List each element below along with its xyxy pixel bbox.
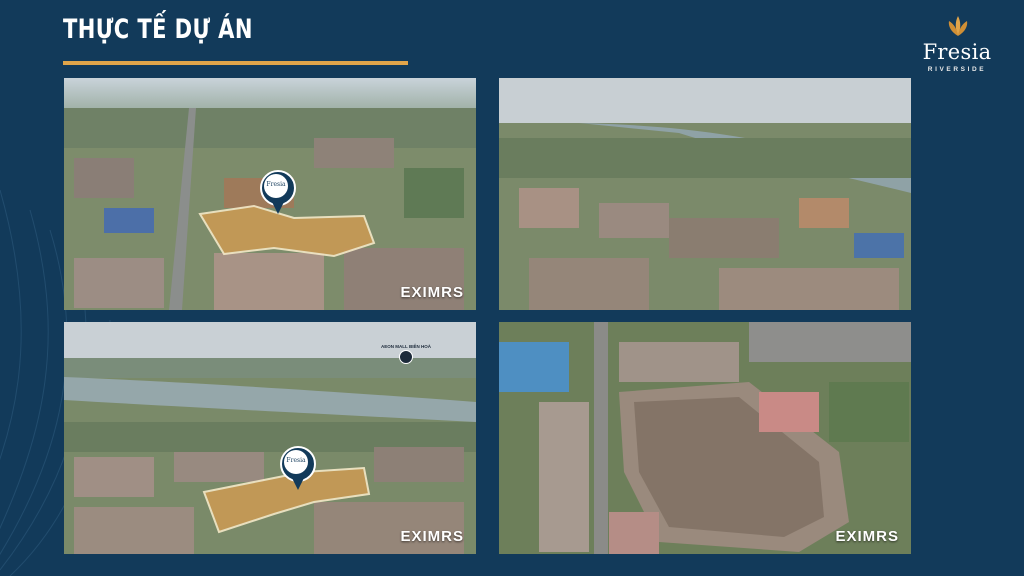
marker-label: Fresia (266, 181, 286, 188)
aerial-photo-image (499, 78, 911, 310)
logo-brand-text: Fresia (922, 40, 992, 64)
photo-watermark: EXIMRS (400, 284, 464, 301)
project-photo-2 (499, 78, 911, 310)
photo-watermark: EXIMRS (400, 528, 464, 545)
slide: THỰC TẾ DỰ ÁN Fresia RIVERSIDE Fresia EX… (0, 0, 1024, 576)
project-photo-3: AEON MALL BIÊN HOÀ Fresia EXIMRS (64, 322, 476, 554)
project-photo-4: EXIMRS (499, 322, 911, 554)
aeon-mall-poi: AEON MALL BIÊN HOÀ (366, 344, 446, 364)
location-pin-icon (399, 350, 413, 364)
project-photo-1: Fresia EXIMRS (64, 78, 476, 310)
logo-sub-text: RIVERSIDE (927, 66, 987, 73)
project-location-marker: Fresia (280, 446, 316, 496)
poi-label: AEON MALL BIÊN HOÀ (381, 344, 431, 349)
marker-label: Fresia (286, 457, 306, 464)
photo-watermark: EXIMRS (835, 528, 899, 545)
brand-logo: Fresia RIVERSIDE (912, 14, 1002, 84)
project-location-marker: Fresia (260, 170, 296, 220)
title-underline (63, 61, 408, 65)
lotus-flower-icon (948, 16, 968, 36)
page-title: THỰC TẾ DỰ ÁN (63, 14, 253, 45)
aerial-photo-image (499, 322, 911, 554)
